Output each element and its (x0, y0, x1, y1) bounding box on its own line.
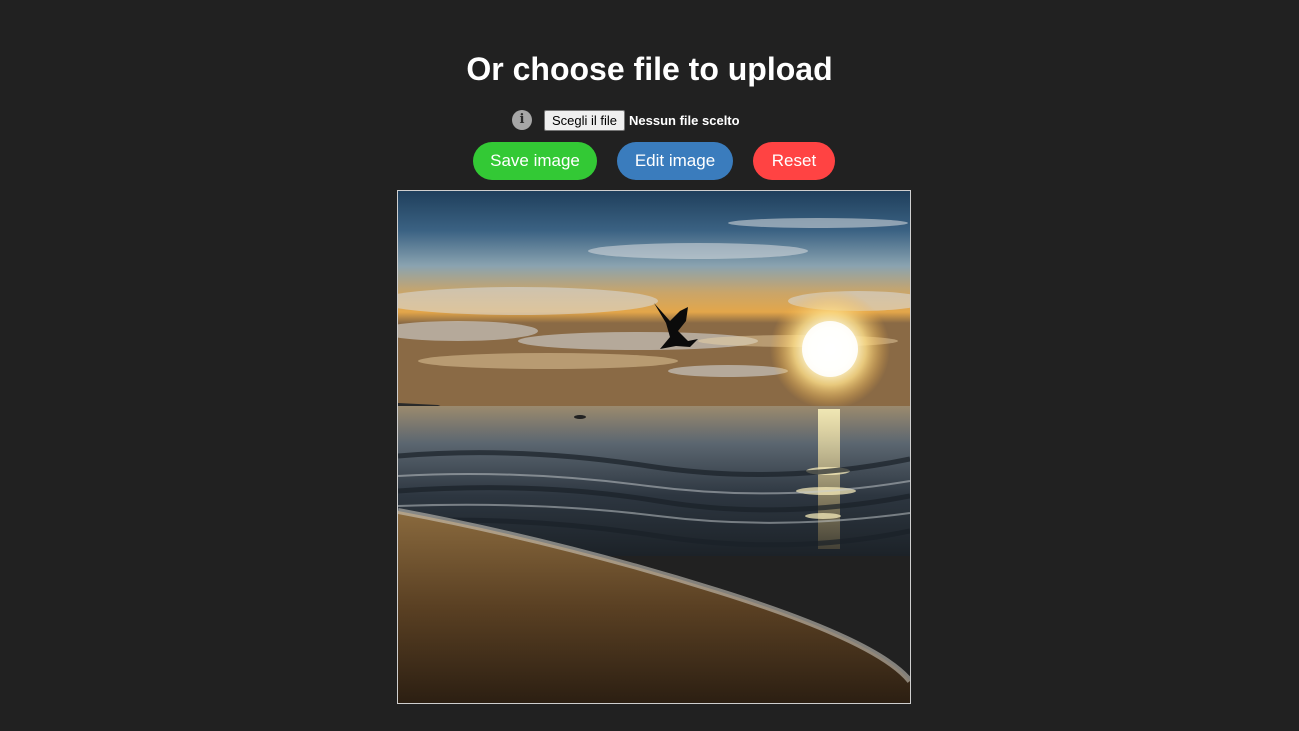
edit-image-button[interactable]: Edit image (617, 142, 733, 180)
upload-page: Or choose file to upload i Scegli il fil… (0, 0, 1299, 731)
save-image-button[interactable]: Save image (473, 142, 597, 180)
file-input-row: i Scegli il file Nessun file scelto (512, 109, 740, 131)
choose-file-button[interactable]: Scegli il file (544, 109, 626, 131)
info-icon[interactable]: i (512, 110, 532, 130)
file-status-text: Nessun file scelto (629, 112, 740, 128)
page-title: Or choose file to upload (466, 51, 833, 87)
reset-button[interactable]: Reset (753, 142, 835, 180)
beach-sunset-image (398, 191, 910, 703)
image-canvas[interactable] (397, 190, 911, 704)
